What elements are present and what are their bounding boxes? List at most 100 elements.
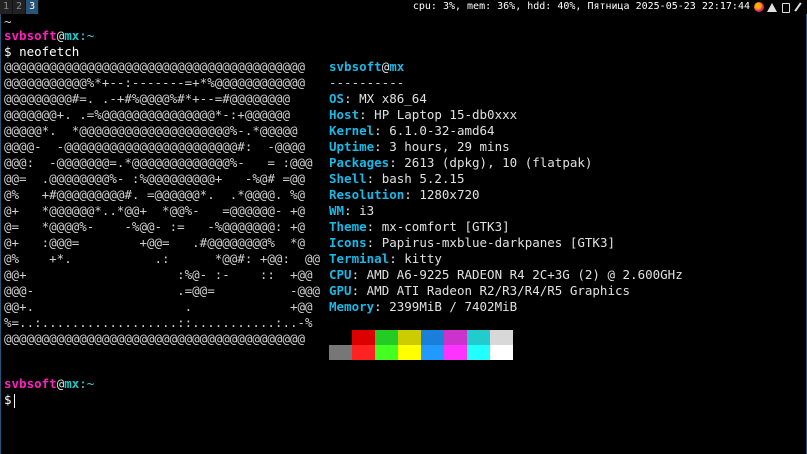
info-key: Theme	[329, 219, 367, 234]
ascii-logo-line: @+ *@@@@@@*..*@@+ *@@%- =@@@@@@- +@	[4, 203, 306, 218]
color-swatch	[490, 330, 513, 345]
info-colon: :	[374, 299, 390, 314]
color-swatch	[444, 345, 467, 360]
info-title: svbsoft@mx	[329, 59, 683, 75]
network-icon[interactable]	[780, 2, 790, 13]
info-key: Shell	[329, 171, 367, 186]
ascii-logo-line: @@@@@@@@@@@@@@@@@@@@@@@@@@@@@@@@@@@@@@@@	[4, 59, 306, 74]
color-swatch	[421, 345, 444, 360]
info-key: Terminal	[329, 251, 390, 266]
color-swatch	[352, 330, 375, 345]
color-swatch	[329, 330, 352, 345]
ascii-logo-line: @% +#@@@@@@@@@#. =@@@@@@*. .*@@@@. %@	[4, 187, 306, 202]
info-value: mx-comfort [GTK3]	[381, 219, 510, 234]
info-value: 3 hours, 29 mins	[389, 139, 510, 154]
ascii-logo: @@@@@@@@@@@@@@@@@@@@@@@@@@@@@@@@@@@@@@@@…	[4, 59, 320, 347]
info-row: Icons: Papirus-mxblue-darkpanes [GTK3]	[329, 235, 683, 251]
info-row: OS: MX x86_64	[329, 91, 683, 107]
color-swatch	[375, 330, 398, 345]
info-colon: :	[374, 139, 390, 154]
ascii-logo-line: @@= .@@@@@@@@%- :%@@@@@@@@@+ -%@# =@@	[4, 171, 306, 186]
color-swatch	[444, 330, 467, 345]
color-swatch	[398, 345, 421, 360]
palette-row-1	[329, 330, 513, 345]
info-value: 1280x720	[419, 187, 480, 202]
info-value: i3	[359, 203, 375, 218]
info-separator: ----------	[329, 75, 405, 90]
workspace-3-button[interactable]: 3	[26, 0, 40, 14]
ascii-logo-line: @@@@@@@@@#=. .-+#%@@@@%#*+--=#@@@@@@@@	[4, 91, 290, 106]
ascii-logo-line: @+ :@@@= +@@= .#@@@@@@@@% *@	[4, 235, 306, 250]
info-key: Kernel	[329, 123, 375, 138]
command-line-1: $ neofetch	[4, 44, 79, 60]
info-key: Icons	[329, 235, 367, 250]
info-key: OS	[329, 91, 345, 106]
info-row: WM: i3	[329, 203, 683, 219]
workspace-2-button[interactable]: 2	[13, 0, 27, 14]
info-value: 2399MiB / 7402MiB	[389, 299, 518, 314]
terminal-window[interactable]: ~ svbsoft@mx:~ $ neofetch @@@@@@@@@@@@@@…	[0, 14, 807, 454]
system-info: svbsoft@mx ---------- OS: MX x86_64 Host:…	[329, 59, 683, 314]
info-row: Host: HP Laptop 15-db0xxx	[329, 107, 683, 123]
prompt-symbol: $	[4, 392, 12, 407]
info-key: CPU	[329, 267, 352, 282]
command-line-2[interactable]: $	[4, 392, 16, 408]
status-text: cpu: 3%, mem: 36%, hdd: 40%, Пятница 202…	[412, 1, 750, 12]
prompt-dir: :~	[79, 376, 95, 391]
info-row: Shell: bash 5.2.15	[329, 171, 683, 187]
color-palette	[329, 330, 513, 360]
info-colon: :	[389, 251, 405, 266]
info-colon: :	[366, 219, 382, 234]
ascii-logo-line: @@@@- -@@@@@@@@@@@@@@@@@@@@@@@#: -@@@@	[4, 139, 306, 154]
info-value: AMD A6-9225 RADEON R4 2C+3G (2) @ 2.600G…	[366, 267, 683, 282]
info-row: Resolution: 1280x720	[329, 187, 683, 203]
prompt-symbol: $	[4, 44, 12, 59]
warning-icon[interactable]	[767, 2, 777, 12]
info-value: Papirus-mxblue-darkpanes [GTK3]	[381, 235, 615, 250]
info-key: GPU	[329, 283, 352, 298]
prompt-dir: :~	[79, 28, 95, 43]
ascii-logo-line: @@@@@*. *@@@@@@@@@@@@@@@@@@@@%-.*@@@@@	[4, 123, 298, 138]
text-cursor	[13, 393, 16, 408]
info-user: svbsoft	[329, 59, 382, 74]
palette-row-2	[329, 345, 513, 360]
color-swatch	[421, 330, 444, 345]
info-value: 2613 (dpkg), 10 (flatpak)	[404, 155, 593, 170]
info-value: AMD ATI Radeon R2/R3/R4/R5 Graphics	[366, 283, 631, 298]
info-row: CPU: AMD A6-9225 RADEON R4 2C+3G (2) @ 2…	[329, 267, 683, 283]
ascii-logo-line: @@@@@@@@@@@@@@@@@@@@@@@@@@@@@@@@@@@@@@@@	[4, 331, 306, 346]
ascii-logo-line: @@+. . +@@	[4, 299, 313, 314]
info-row: Uptime: 3 hours, 29 mins	[329, 139, 683, 155]
ascii-logo-line: @@+ :%@- :- :: +@@	[4, 267, 313, 282]
color-swatch	[375, 345, 398, 360]
info-value: bash 5.2.15	[381, 171, 465, 186]
ascii-logo-line: @@@@@@@@@@@%*+--:-------=+*%@@@@@@@@@@@@	[4, 75, 306, 90]
info-row: Packages: 2613 (dpkg), 10 (flatpak)	[329, 155, 683, 171]
pen-icon[interactable]	[793, 2, 803, 12]
info-colon: :	[359, 107, 375, 122]
prompt-user: svbsoft	[4, 28, 57, 43]
info-row: Kernel: 6.1.0-32-amd64	[329, 123, 683, 139]
command-text: neofetch	[19, 44, 80, 59]
color-swatch	[329, 345, 352, 360]
info-value: kitty	[404, 251, 442, 266]
prompt-host: mx	[64, 28, 80, 43]
info-colon: :	[404, 187, 420, 202]
workspace-1-button[interactable]: 1	[0, 0, 14, 14]
info-colon: :	[374, 123, 390, 138]
info-colon: :	[351, 283, 367, 298]
info-key: WM	[329, 203, 345, 218]
tab-marker: ~	[4, 14, 12, 29]
info-colon: :	[366, 171, 382, 186]
ascii-logo-line: @= *@@@@%- -%@@- := -%@@@@@@@: +@	[4, 219, 306, 234]
i3-bar: 1 2 3 cpu: 3%, mem: 36%, hdd: 40%, Пятни…	[0, 0, 807, 14]
info-row: Terminal: kitty	[329, 251, 683, 267]
color-swatch	[352, 345, 375, 360]
color-swatch	[467, 330, 490, 345]
info-row: Memory: 2399MiB / 7402MiB	[329, 299, 683, 315]
firefox-icon[interactable]	[754, 2, 764, 12]
ascii-logo-line: @% +*. .: *@@#: +@@: @@	[4, 251, 321, 266]
info-value: 6.1.0-32-amd64	[389, 123, 495, 138]
prompt-line-2: svbsoft@mx:~	[4, 376, 94, 392]
info-key: Uptime	[329, 139, 375, 154]
